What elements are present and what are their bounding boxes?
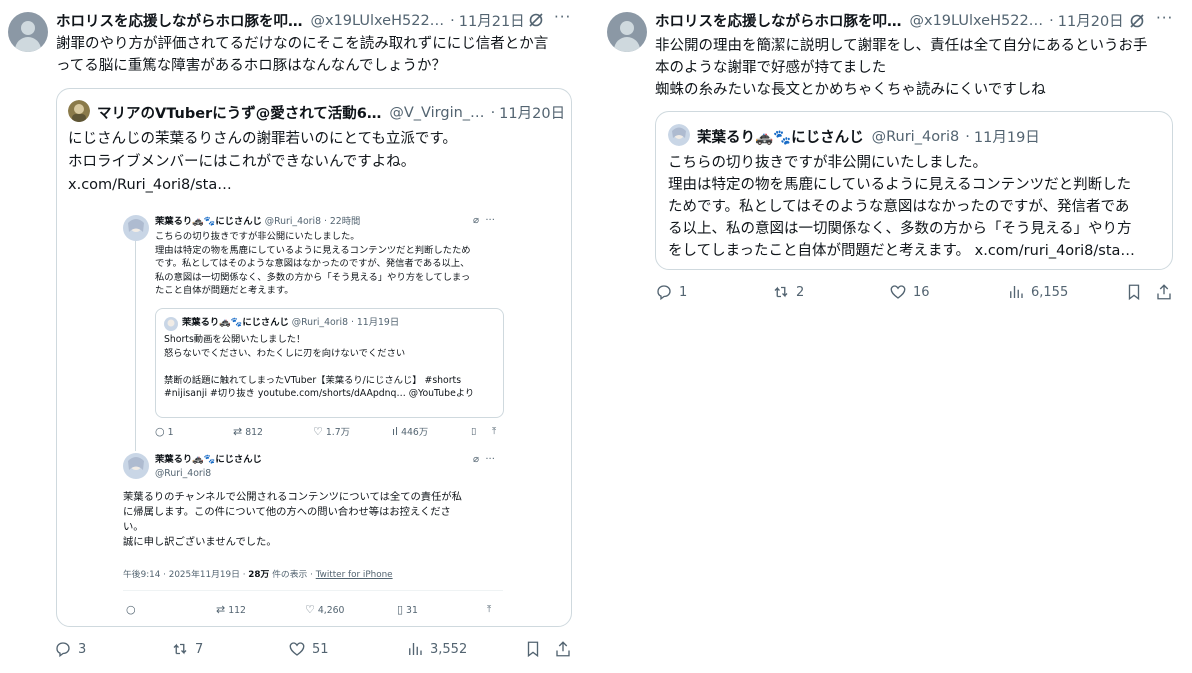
post-header: ホロリスを応援しながらホロ豚を叩… @x19LUlxeH522… · 11月20… [655, 10, 1124, 31]
like-button[interactable]: 16 [889, 283, 930, 301]
share-button[interactable] [554, 640, 578, 658]
retweet-count: ⇄ 812 [233, 425, 263, 438]
post-text: 茉葉るりのチャンネルで公開されるコンテンツについては全ての責任が私 に帰属します… [123, 491, 462, 548]
post-text: こちらの切り抜きですが非公開にいたしました。 理由は特定の物を馬鹿にしているよう… [155, 231, 471, 296]
post-text: 非公開の理由を簡潔に説明して謝罪をし、責任は全て自分にあるというお手 本のような… [655, 38, 1148, 98]
share-button[interactable] [1155, 283, 1179, 301]
retweet-count: ⇄ 112 [216, 603, 246, 616]
post-right: ホロリスを応援しながらホロ豚を叩… @x19LUlxeH522… · 11月20… [601, 0, 1192, 673]
avatar [123, 453, 149, 479]
like-count: ♡ 1.7万 [313, 425, 350, 438]
author-name[interactable]: ホロリスを応援しながらホロ豚を叩… [655, 10, 902, 31]
share-icon [1157, 284, 1171, 300]
embedded-screenshot[interactable]: 茉葉るり🚓🐾にじさんじ @Ruri_4ori8 · 22時間 ⌀ ··· こちら… [92, 205, 515, 625]
avatar [164, 317, 178, 331]
post-meta: 午後9:14 · 2025年11月19日 · 28万 件の表示 · Twitte… [123, 570, 393, 580]
like-button[interactable]: 51 [288, 640, 329, 658]
reply-count: ○ 1 [155, 425, 174, 438]
views-button[interactable]: 6,155 [1007, 283, 1068, 301]
avatar[interactable] [8, 12, 48, 52]
retweet-button[interactable]: 2 [772, 283, 804, 301]
share-icon: ⤒ [487, 604, 492, 615]
grok-icon[interactable] [1129, 13, 1145, 29]
grok-icon[interactable] [528, 12, 544, 28]
grok-icon: ⌀ ··· [473, 454, 495, 465]
bookmark-icon [527, 641, 539, 658]
post-left: ホロリスを応援しながらホロ豚を叩… @x19LUlxeH522… · 11月21… [0, 0, 596, 673]
like-icon [890, 285, 906, 299]
author-handle[interactable]: @x19LUlxeH522… [311, 13, 445, 29]
quote-date[interactable]: 11月20日 [499, 102, 565, 123]
views-icon [409, 643, 422, 655]
quote-avatar[interactable] [68, 100, 90, 122]
author-handle[interactable]: @x19LUlxeH522… [910, 13, 1044, 29]
bookmark-count: ▯ 31 [397, 603, 418, 616]
post-date[interactable]: 11月20日 [1058, 10, 1124, 31]
post-text: 謝罪のやり方が評価されてるだけなのにそこを読み取れずににじ信者とか言 ってる脳に… [56, 36, 549, 74]
reply-icon: ○ [126, 603, 136, 616]
views-button[interactable]: 3,552 [406, 640, 467, 658]
reply-icon [56, 642, 70, 658]
bookmark-button[interactable] [1125, 283, 1149, 301]
quote-text: にじさんじの茉葉るりさんの謝罪若いのにとても立派です。 ホロライブメンバーにはこ… [68, 128, 457, 197]
reply-button[interactable]: 3 [54, 640, 86, 658]
like-icon [289, 642, 305, 656]
retweet-icon [173, 643, 187, 655]
quote-tweet[interactable]: 茉葉るり🚓🐾にじさんじ @Ruri_4ori8 · 11月19日 こちらの切り抜… [655, 111, 1173, 270]
retweet-button[interactable]: 7 [171, 640, 203, 658]
views-icon [1010, 286, 1023, 298]
bookmark-icon [1128, 284, 1140, 301]
grok-icon: ⌀ ··· [473, 215, 495, 226]
action-bar: 1 2 16 6,155 [655, 283, 1185, 305]
quote-text: こちらの切り抜きですが非公開にいたしました。 理由は特定の物を馬鹿にしているよう… [668, 155, 1135, 259]
like-count: ♡ 4,260 [305, 603, 345, 616]
more-icon[interactable]: ··· [554, 8, 571, 26]
quote-author-name[interactable]: 茉葉るり🚓🐾にじさんじ [697, 126, 864, 147]
more-icon[interactable]: ··· [1156, 9, 1173, 27]
share-icon [556, 641, 570, 657]
retweet-icon [774, 286, 788, 298]
quote-date[interactable]: 11月19日 [974, 126, 1040, 147]
post-date[interactable]: 11月21日 [459, 10, 525, 31]
views-count: ıl 446万 [392, 425, 429, 438]
reply-icon [657, 285, 671, 301]
quote-avatar[interactable] [668, 124, 690, 146]
quote-author-handle[interactable]: @V_Virgin_… [389, 105, 484, 121]
author-name[interactable]: ホロリスを応援しながらホロ豚を叩… [56, 10, 303, 31]
quote-link[interactable]: x.com/Ruri_4ori8/sta… [68, 174, 457, 197]
share-icon: ⤒ [492, 426, 497, 437]
post-header: ホロリスを応援しながらホロ豚を叩… @x19LUlxeH522… · 11月21… [56, 10, 525, 31]
bookmark-icon: ▯ [471, 426, 477, 437]
quote-author-name[interactable]: マリアのVTuberにうず@愛されて活動6… [97, 102, 381, 123]
reply-button[interactable]: 1 [655, 283, 687, 301]
action-bar: 3 7 51 3,552 [54, 640, 584, 662]
avatar [123, 215, 149, 241]
quote-author-handle[interactable]: @Ruri_4ori8 [872, 129, 960, 145]
avatar[interactable] [607, 12, 647, 52]
inner-quote: 茉葉るり🚓🐾にじさんじ @Ruri_4ori8 · 11月19日 Shorts動… [155, 308, 504, 418]
bookmark-button[interactable] [524, 640, 548, 658]
